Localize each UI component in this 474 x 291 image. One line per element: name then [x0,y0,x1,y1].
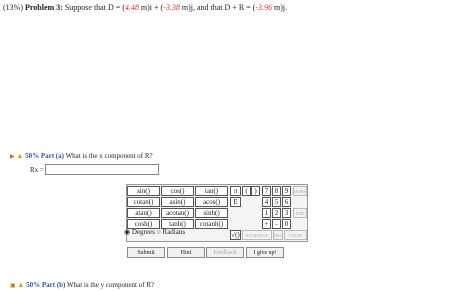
dx-value: 4.48 [124,3,139,12]
clear-button[interactable]: CLEAR [284,230,307,240]
problem-text-c: m)j, and that D + R = ( [179,3,256,12]
backspace-button[interactable]: BACKSPACE [242,230,272,240]
key-6[interactable]: 6 [282,197,291,207]
cotan-button[interactable]: cotan() [127,197,160,207]
del-button[interactable]: DEL [273,230,283,240]
problem-title: Problem 3: [25,3,63,12]
degrees-label: Degrees [131,228,155,236]
degrees-radio[interactable]: ◉ [124,228,130,236]
rx-input[interactable] [45,164,159,175]
key-2[interactable]: 2 [272,208,281,218]
expand-icon[interactable]: ▶ [10,154,15,160]
warning-icon: ▲ [17,281,25,289]
part-b-percent: 50% Part (b) [26,281,66,289]
key-0[interactable]: 0 [282,219,291,229]
problem-text-d: m)j. [272,3,288,12]
sqrt-button[interactable]: √() [230,230,241,240]
key-8[interactable]: 8 [272,186,281,196]
cos-button[interactable]: cos() [161,186,194,196]
key-3[interactable]: 3 [282,208,291,218]
key-minus[interactable]: - [272,219,281,229]
sin-button[interactable]: sin() [127,186,160,196]
key-7[interactable]: 7 [262,186,271,196]
sinh-button[interactable]: sinh() [195,208,228,218]
problem-statement: (13%) Problem 3: Suppose that D = (4.48 … [3,3,287,12]
key-4[interactable]: 4 [262,197,271,207]
tan-button[interactable]: tan() [195,186,228,196]
key-1[interactable]: 1 [262,208,271,218]
key-plus[interactable]: + [262,219,271,229]
key-9[interactable]: 9 [282,186,291,196]
close-paren-button[interactable]: ) [251,186,260,196]
rx-label: Rx = [30,166,44,174]
part-b-header: ▣ ▲ 50% Part (b) What is the y component… [10,281,154,289]
end-button[interactable]: END [293,208,307,218]
home-button[interactable]: HOME [293,186,307,196]
warning-icon: ▲ [16,152,24,160]
e-button[interactable]: E [230,197,241,207]
cotanh-button[interactable]: cotanh() [195,219,228,229]
part-a-percent: 50% Part (a) [25,152,64,160]
asin-button[interactable]: asin() [161,197,194,207]
angle-mode: ◉ Degrees ○ Radians [124,228,185,236]
radians-label: Radians [162,228,186,236]
atan-button[interactable]: atan() [127,208,160,218]
sum-y-value: -3.96 [255,3,273,12]
pi-button[interactable]: π [230,186,241,196]
part-b-question: What is the y component of R? [67,281,155,289]
open-paren-button[interactable]: ( [242,186,251,196]
radians-radio[interactable]: ○ [157,228,161,236]
part-a-header: ▶ ▲ 50% Part (a) What is the x component… [10,152,153,160]
give-up-button[interactable]: I give up! [246,247,284,258]
problem-text-a: Suppose that D = ( [64,3,125,12]
dy-value: -3.38 [163,3,180,12]
key-5[interactable]: 5 [272,197,281,207]
acos-button[interactable]: acos() [195,197,228,207]
feedback-button[interactable]: Feedback [206,247,244,258]
acotan-button[interactable]: acotan() [161,208,194,218]
hint-button[interactable]: Hint [167,247,205,258]
part-a-question: What is the x component of R? [65,152,153,160]
submit-button[interactable]: Submit [127,247,165,258]
problem-text-b: m)i + ( [138,3,164,12]
expand-icon[interactable]: ▣ [10,283,16,289]
problem-percent: (13%) [3,3,23,12]
